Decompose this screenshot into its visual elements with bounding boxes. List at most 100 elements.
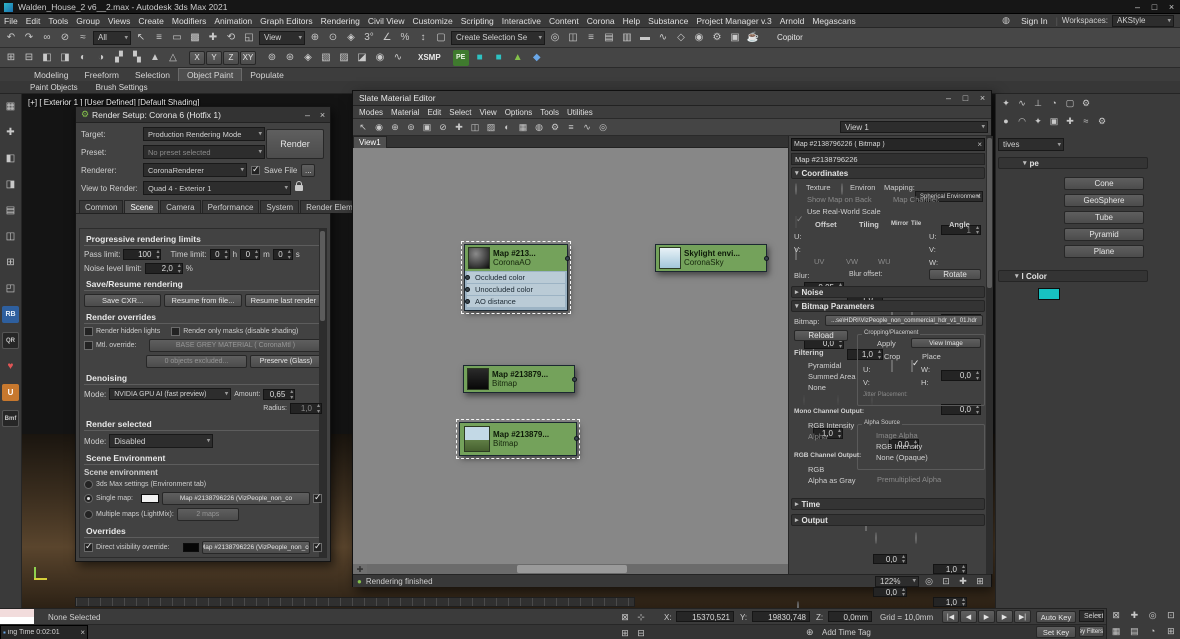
bind-to-spacewarp-icon[interactable]: ≈: [75, 30, 91, 46]
motion-tab-icon[interactable]: ◔: [1047, 96, 1061, 110]
hierarchy-tab-icon[interactable]: ⊥: [1031, 96, 1045, 110]
rotate-button[interactable]: Rotate: [929, 269, 981, 280]
output-socket[interactable]: [574, 436, 579, 441]
copitor-toolbar-label[interactable]: Copitor: [777, 33, 803, 42]
next-frame-icon[interactable]: ▶: [996, 610, 1013, 623]
auto-key-button[interactable]: Auto Key: [1036, 611, 1076, 623]
maxscript-listener-icon[interactable]: ⊞: [618, 626, 632, 639]
menu-item[interactable]: Interactive: [498, 16, 545, 26]
pan-view-icon[interactable]: ✚: [1127, 609, 1141, 623]
menu-item[interactable]: Scripting: [457, 16, 498, 26]
render-setup-tab[interactable]: Camera: [160, 200, 200, 213]
menu-item[interactable]: Animation: [210, 16, 256, 26]
key-filters-button[interactable]: Key Filters...: [1079, 626, 1104, 637]
env-single-map-button[interactable]: Map #2138796226 (VizPeople_non_co: [162, 492, 310, 505]
go-to-end-icon[interactable]: ▶|: [1014, 610, 1031, 623]
tool-b-icon[interactable]: ⊛: [282, 50, 298, 66]
crop-w-spinner[interactable]: 1,0: [933, 564, 967, 574]
add-time-tag[interactable]: Add Time Tag: [822, 628, 871, 637]
ribbon-panel-label[interactable]: Brush Settings: [96, 83, 148, 92]
node-slot[interactable]: AO distance: [467, 296, 565, 307]
save-resume-button[interactable]: Resume last render: [245, 294, 322, 307]
tool-6-icon[interactable]: ◰: [2, 280, 19, 297]
primitive-button[interactable]: Pyramid: [1064, 228, 1144, 241]
slate-menu-item[interactable]: Select: [445, 108, 475, 117]
angle-snap-icon[interactable]: ∠: [379, 30, 395, 46]
slate-menu-item[interactable]: Material: [387, 108, 423, 117]
env-map-swatch[interactable]: [141, 494, 159, 503]
maxscript-mini-listener[interactable]: [0, 609, 34, 617]
select-by-material-icon[interactable]: ≡: [564, 120, 578, 134]
axis-constraint-button[interactable]: XY: [240, 51, 256, 65]
node-slot[interactable]: Occluded color: [467, 272, 565, 283]
curve-icon[interactable]: ∿: [390, 50, 406, 66]
mirror-icon[interactable]: ◫: [565, 30, 581, 46]
time-h-spinner[interactable]: 0: [210, 249, 230, 260]
minimize-icon[interactable]: –: [1129, 0, 1146, 13]
slate-menu-item[interactable]: View: [476, 108, 501, 117]
override-checkbox[interactable]: [84, 543, 93, 552]
selection-filter-dropdown[interactable]: All: [93, 31, 131, 45]
close-icon[interactable]: ×: [315, 107, 330, 122]
close-icon[interactable]: ×: [1163, 0, 1180, 13]
move-children-icon[interactable]: ✚: [452, 120, 466, 134]
previous-frame-icon[interactable]: ◀: [960, 610, 977, 623]
orbit-icon[interactable]: ◔: [1146, 624, 1160, 638]
menu-item[interactable]: Substance: [644, 16, 692, 26]
down-icon[interactable]: △: [165, 50, 181, 66]
sign-in[interactable]: Sign In: [1017, 16, 1051, 26]
viewport-shortcut-icon[interactable]: ⊠: [1109, 609, 1123, 623]
render-button[interactable]: Render: [266, 129, 324, 159]
crop-v-spinner[interactable]: 0,0: [873, 587, 907, 597]
target-dropdown[interactable]: Production Rendering Mode: [143, 127, 265, 141]
menu-item[interactable]: Graph Editors: [256, 16, 316, 26]
minimize-icon[interactable]: –: [300, 107, 315, 122]
zoom-level-dropdown[interactable]: 122%: [875, 576, 919, 587]
pattern-a-icon[interactable]: ▞: [111, 50, 127, 66]
shade-a-icon[interactable]: ◐: [75, 50, 91, 66]
heart-plugin-icon[interactable]: ♥: [2, 358, 19, 375]
macro-recorder-icon[interactable]: ⊟: [634, 626, 648, 639]
add-time-tag-icon[interactable]: ⊕: [806, 627, 814, 638]
slate-titlebar[interactable]: Slate Material Editor –□×: [353, 91, 991, 106]
menu-item[interactable]: Rendering: [317, 16, 364, 26]
set-key-button[interactable]: Set Key: [1036, 626, 1076, 638]
menu-item[interactable]: Civil View: [364, 16, 409, 26]
node-corona-sky[interactable]: Skylight envi... CoronaSky: [655, 244, 767, 272]
put-to-library-icon[interactable]: ⊕: [388, 120, 402, 134]
ribbon-tab[interactable]: Modeling: [26, 68, 77, 81]
menu-item[interactable]: Content: [545, 16, 583, 26]
bitmap-path-button[interactable]: ...se\HDRI\VizPeople_non_commercial_hdr_…: [825, 315, 983, 326]
render-setup-icon[interactable]: ⚙: [709, 30, 725, 46]
helpers-icon[interactable]: ✚: [1063, 114, 1077, 128]
maximize-viewport-icon[interactable]: ⊞: [1164, 624, 1178, 638]
slate-view-dropdown[interactable]: View 1: [840, 121, 988, 133]
preserve-glass-button[interactable]: Preserve (Glass): [250, 355, 322, 368]
time-m-spinner[interactable]: 0: [240, 249, 260, 260]
select-and-rotate-icon[interactable]: ⟲: [223, 30, 239, 46]
axis-constraint-button[interactable]: Y: [206, 51, 222, 65]
manipulate-icon[interactable]: ◈: [343, 30, 359, 46]
redo-view-icon[interactable]: ⊟: [21, 50, 37, 66]
node-corona-ao[interactable]: Map #213... CoronaAO Occluded color Unoc…: [464, 244, 568, 311]
input-socket[interactable]: [465, 299, 470, 304]
shapes-icon[interactable]: ◠: [1015, 114, 1029, 128]
undo-view-icon[interactable]: ⊞: [3, 50, 19, 66]
shade-b-icon[interactable]: ◑: [93, 50, 109, 66]
tool-f-icon[interactable]: ◪: [354, 50, 370, 66]
cameras-icon[interactable]: ▣: [1047, 114, 1061, 128]
snap-toggle-icon[interactable]: 3°: [361, 30, 377, 46]
canvas-hscrollbar[interactable]: [367, 564, 788, 574]
save-file-checkbox[interactable]: [251, 166, 260, 175]
tool-1-icon[interactable]: ◧: [2, 150, 19, 167]
crop-u-spinner[interactable]: 0,0: [873, 554, 907, 564]
zoom-region-icon[interactable]: ⊡: [939, 574, 953, 588]
radius-spinner[interactable]: 1,0: [290, 403, 322, 414]
lightmix-maps-button[interactable]: 2 maps: [177, 508, 239, 521]
green-tool-icon[interactable]: ▲: [510, 50, 526, 66]
selection-lock-icon[interactable]: ⊠: [618, 610, 632, 624]
create-selection-dropdown[interactable]: Create Selection Se: [451, 31, 545, 45]
zoom-extents-icon[interactable]: ⊞: [973, 574, 987, 588]
primitive-button[interactable]: GeoSphere: [1064, 194, 1144, 207]
menu-item[interactable]: Create: [134, 16, 168, 26]
